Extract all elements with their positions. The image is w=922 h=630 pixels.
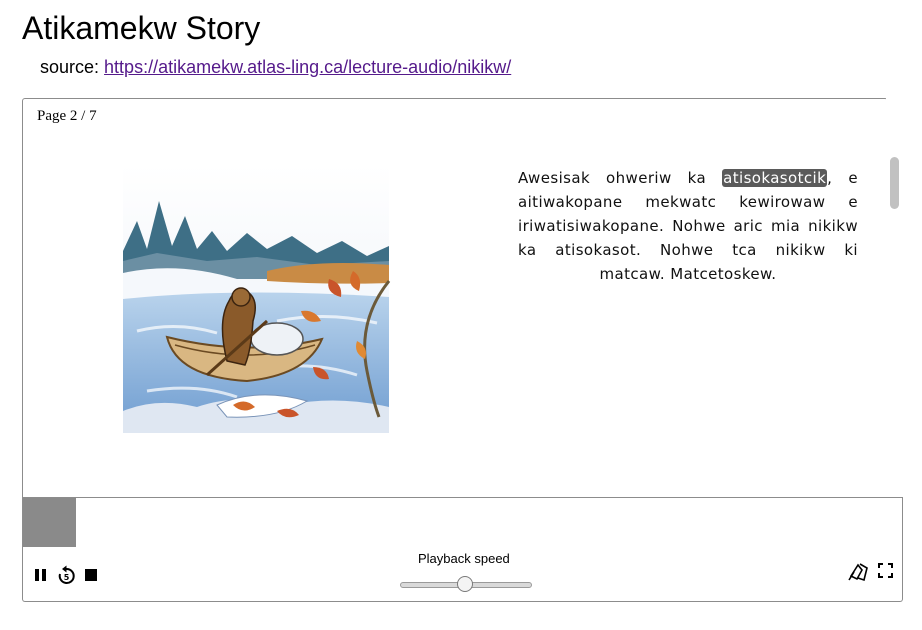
pause-icon[interactable] [34, 568, 48, 582]
svg-text:5: 5 [64, 573, 70, 582]
playback-controls: 5 Playback speed [22, 547, 903, 602]
source-line: source: https://atikamekw.atlas-ling.ca/… [40, 57, 511, 78]
highlighted-word: atisokasotcik [722, 169, 828, 187]
story-text-before: Awesisak ohweriw ka [518, 169, 723, 187]
source-link[interactable]: https://atikamekw.atlas-ling.ca/lecture-… [104, 57, 511, 77]
stop-icon[interactable] [85, 569, 97, 581]
page-indicator: Page 2 / 7 [37, 108, 97, 124]
theme-toggle-icon[interactable] [848, 562, 870, 582]
playback-speed-label: Playback speed [418, 551, 510, 566]
audio-progress-bar[interactable] [22, 497, 903, 549]
story-text: Awesisak ohweriw ka atisokasotcik, e ait… [518, 166, 858, 286]
story-reader: Page 2 / 7 Awesisak ohweriw ka atisokaso… [22, 98, 888, 497]
audio-progress-fill [23, 498, 76, 548]
replay-5-icon[interactable]: 5 [57, 565, 76, 585]
reader-scrollbar-thumb[interactable] [890, 157, 899, 209]
fullscreen-icon[interactable] [878, 563, 893, 578]
playback-speed-thumb[interactable] [457, 576, 473, 592]
page-title: Atikamekw Story [22, 10, 261, 46]
source-prefix: source: [40, 57, 100, 77]
story-illustration [123, 165, 391, 433]
